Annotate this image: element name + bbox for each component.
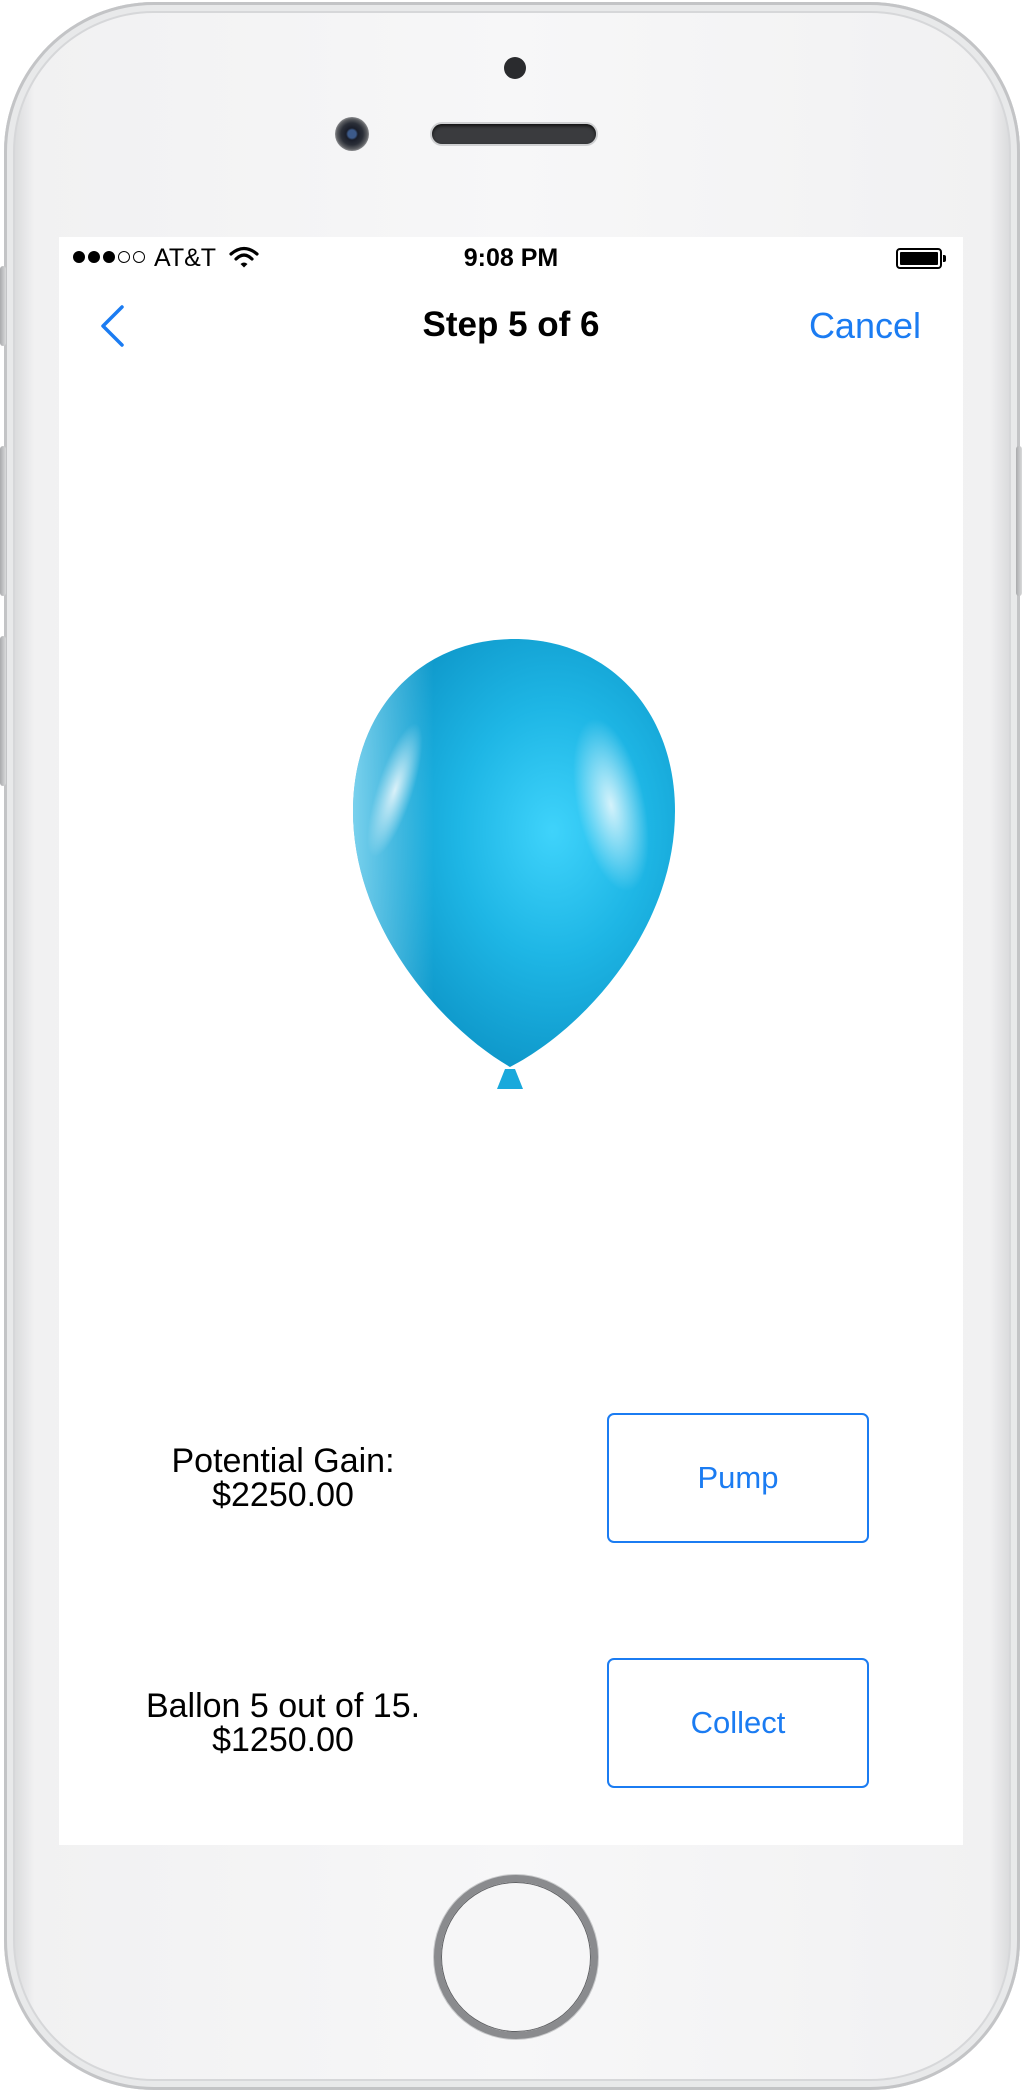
battery-icon xyxy=(896,248,946,269)
potential-gain-caption: Potential Gain: xyxy=(171,1442,395,1480)
balloon-icon xyxy=(329,635,699,1095)
home-button[interactable] xyxy=(434,1875,598,2039)
status-time: 9:08 PM xyxy=(463,244,559,272)
balloon-count: Ballon 5 out of 15. xyxy=(145,1687,421,1725)
pump-button[interactable]: Pump xyxy=(607,1413,869,1543)
app-screen: AT&T 9:08 PM Step 5 of 6 Cancel Potentia… xyxy=(59,237,963,1845)
navigation-bar: Step 5 of 6 Cancel xyxy=(59,277,963,365)
earpiece-speaker xyxy=(432,124,596,144)
front-camera-icon xyxy=(335,117,369,151)
mute-switch xyxy=(0,266,6,346)
potential-gain-label: Potential Gain: $2250.00 xyxy=(93,1444,473,1512)
power-button xyxy=(1016,446,1022,596)
cancel-button[interactable]: Cancel xyxy=(809,305,921,347)
volume-down-button xyxy=(0,636,6,786)
potential-gain-amount: $2250.00 xyxy=(212,1476,354,1514)
proximity-sensor xyxy=(504,57,526,79)
status-bar: AT&T 9:08 PM xyxy=(59,237,963,277)
collected-amount: $1250.00 xyxy=(212,1721,354,1759)
balloon-progress-label: Ballon 5 out of 15. $1250.00 xyxy=(93,1689,473,1757)
collect-button[interactable]: Collect xyxy=(607,1658,869,1788)
volume-up-button xyxy=(0,446,6,596)
